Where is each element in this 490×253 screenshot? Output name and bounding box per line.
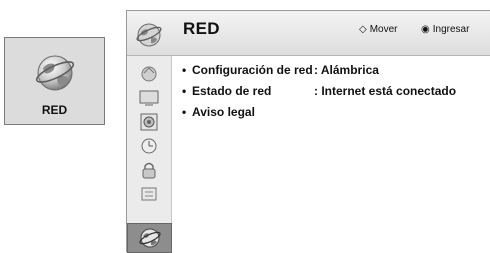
clock-icon	[141, 138, 157, 154]
network-settings-panel: RED ◇ Mover ◉ Ingresar • Configuración d…	[126, 10, 490, 253]
menu-item-network-configuration[interactable]: • Configuración de red : Alámbrica	[182, 63, 490, 84]
network-globe-icon	[138, 228, 161, 248]
move-hint-label: Mover	[369, 24, 398, 35]
menu-item-legal-notice[interactable]: • Aviso legal	[182, 105, 490, 126]
globe-icon	[136, 23, 162, 47]
sidebar-item-picture[interactable]	[132, 63, 166, 85]
bullet: •	[182, 84, 187, 98]
panel-header: RED ◇ Mover ◉ Ingresar	[127, 11, 490, 56]
options-icon	[141, 187, 157, 201]
sidebar-item-options[interactable]	[132, 183, 166, 205]
bullet: •	[182, 63, 187, 77]
lock-icon	[142, 162, 156, 179]
menu-item-label: Configuración de red	[192, 63, 313, 77]
menu-item-network-status[interactable]: • Estado de red : Internet está conectad…	[182, 84, 490, 105]
menu-item-label: Estado de red	[192, 84, 272, 98]
navigation-arrows-icon: ◇	[359, 24, 367, 35]
move-hint: ◇ Mover	[359, 24, 398, 35]
globe-icon	[35, 55, 75, 91]
page-title: RED	[183, 19, 220, 38]
menu-item-label: Aviso legal	[192, 105, 255, 119]
network-menu-tile[interactable]: RED	[4, 37, 105, 125]
enter-hint: ◉ Ingresar	[421, 24, 469, 35]
enter-hint-label: Ingresar	[432, 24, 470, 35]
network-options-list: • Configuración de red : Alámbrica • Est…	[182, 63, 490, 126]
bullet: •	[182, 105, 187, 119]
menu-item-value: : Internet está conectado	[314, 84, 457, 98]
ok-button-icon: ◉	[421, 24, 430, 35]
sidebar-item-screen[interactable]	[132, 87, 166, 109]
picture-icon	[141, 66, 157, 82]
tile-label: RED	[41, 103, 68, 117]
screen-icon	[139, 90, 159, 106]
sidebar-item-audio[interactable]	[132, 111, 166, 133]
settings-sidebar	[127, 56, 172, 253]
sidebar-item-network[interactable]	[127, 223, 172, 253]
menu-item-value: : Alámbrica	[314, 63, 379, 77]
sidebar-item-time[interactable]	[132, 135, 166, 157]
audio-icon	[140, 113, 158, 131]
sidebar-item-lock[interactable]	[132, 159, 166, 181]
